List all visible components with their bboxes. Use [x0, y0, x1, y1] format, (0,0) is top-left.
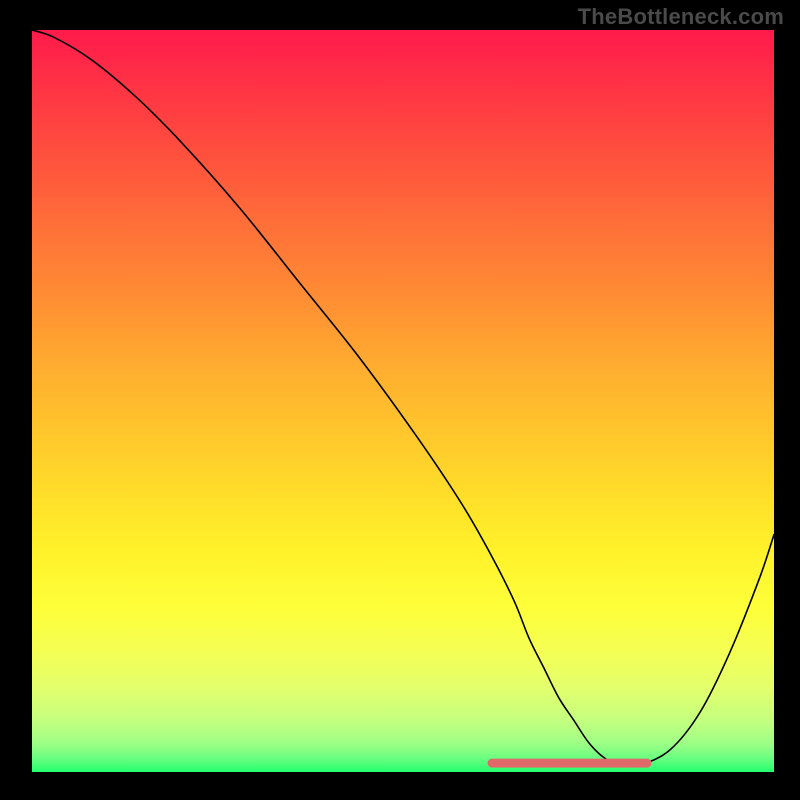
watermark-text: TheBottleneck.com: [578, 4, 784, 30]
chart-frame: TheBottleneck.com: [0, 0, 800, 800]
bottleneck-curve: [32, 30, 774, 766]
plot-area: [32, 30, 774, 772]
curve-layer: [32, 30, 774, 772]
